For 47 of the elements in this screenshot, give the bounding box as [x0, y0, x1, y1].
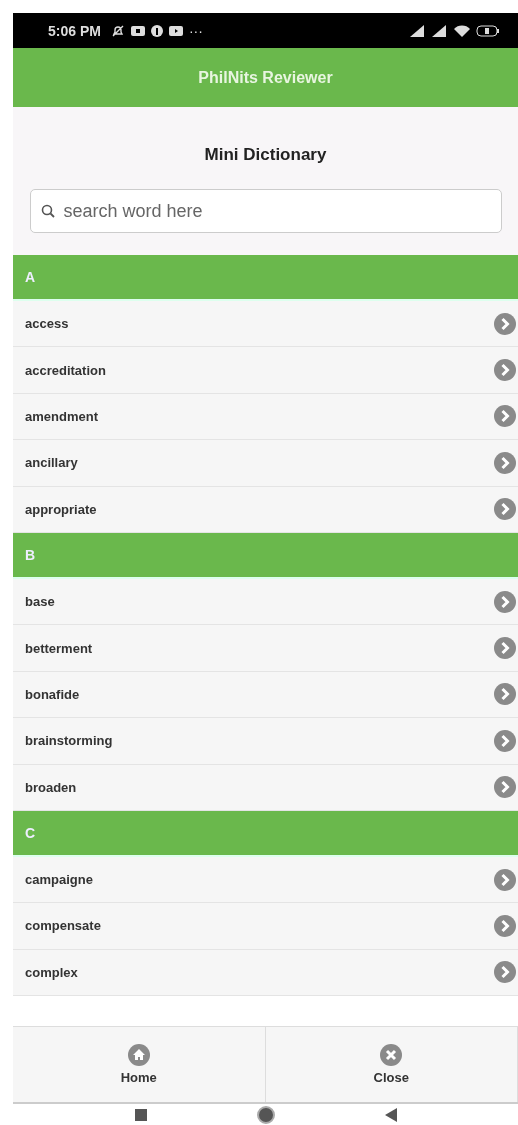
more-notifications: ··· [188, 22, 203, 39]
chevron-right-icon [494, 637, 516, 660]
signal-icon [410, 24, 426, 37]
word-list-item[interactable]: compensate [13, 903, 518, 950]
word-list-item[interactable]: accreditation [13, 347, 518, 394]
chevron-right-icon [494, 729, 516, 752]
bell-off-icon [110, 23, 125, 38]
chevron-right-icon [494, 776, 516, 799]
battery-icon [476, 24, 500, 37]
search-field[interactable]: search word here [29, 189, 502, 233]
word-list-item[interactable]: ancillary [13, 440, 518, 487]
word-list-item[interactable]: broaden [13, 764, 518, 811]
home-icon [127, 1044, 150, 1066]
wifi-icon [454, 24, 470, 37]
section-header: B [13, 532, 518, 579]
section-header: C [13, 810, 518, 857]
back-icon[interactable] [384, 1107, 397, 1122]
chevron-right-icon [494, 359, 516, 382]
recents-icon[interactable] [134, 1108, 147, 1121]
word-list-item[interactable]: access [13, 301, 518, 348]
page-title: Mini Dictionary [204, 145, 327, 165]
chevron-right-icon [494, 312, 516, 335]
app-title: PhilNits Reviewer [198, 68, 333, 87]
word-list-item[interactable]: amendment [13, 393, 518, 441]
chevron-right-icon [494, 498, 516, 521]
word-list-item[interactable]: campaigne [13, 856, 518, 904]
app-icon [130, 24, 145, 37]
section-header: A [13, 255, 518, 301]
chevron-right-icon [494, 868, 516, 891]
close-icon [380, 1044, 403, 1066]
app-icon [150, 24, 163, 37]
word-list-item[interactable]: betterment [13, 625, 518, 672]
home-nav-icon[interactable] [256, 1105, 275, 1124]
word-list-item[interactable]: appropriate [13, 486, 518, 533]
chevron-right-icon [494, 683, 516, 706]
chevron-right-icon [494, 405, 516, 428]
signal-icon [432, 24, 448, 37]
video-icon [168, 24, 183, 37]
chevron-right-icon [494, 915, 516, 937]
chevron-right-icon [494, 961, 516, 984]
word-list-item[interactable]: base [13, 578, 518, 626]
chevron-right-icon [494, 590, 516, 613]
word-list-item[interactable]: complex [13, 949, 518, 997]
word-list-item[interactable]: bonafide [13, 671, 518, 719]
word-list-item[interactable]: brainstorming [13, 718, 518, 765]
status-time: 5:06 PM [48, 22, 101, 39]
chevron-right-icon [494, 451, 516, 474]
